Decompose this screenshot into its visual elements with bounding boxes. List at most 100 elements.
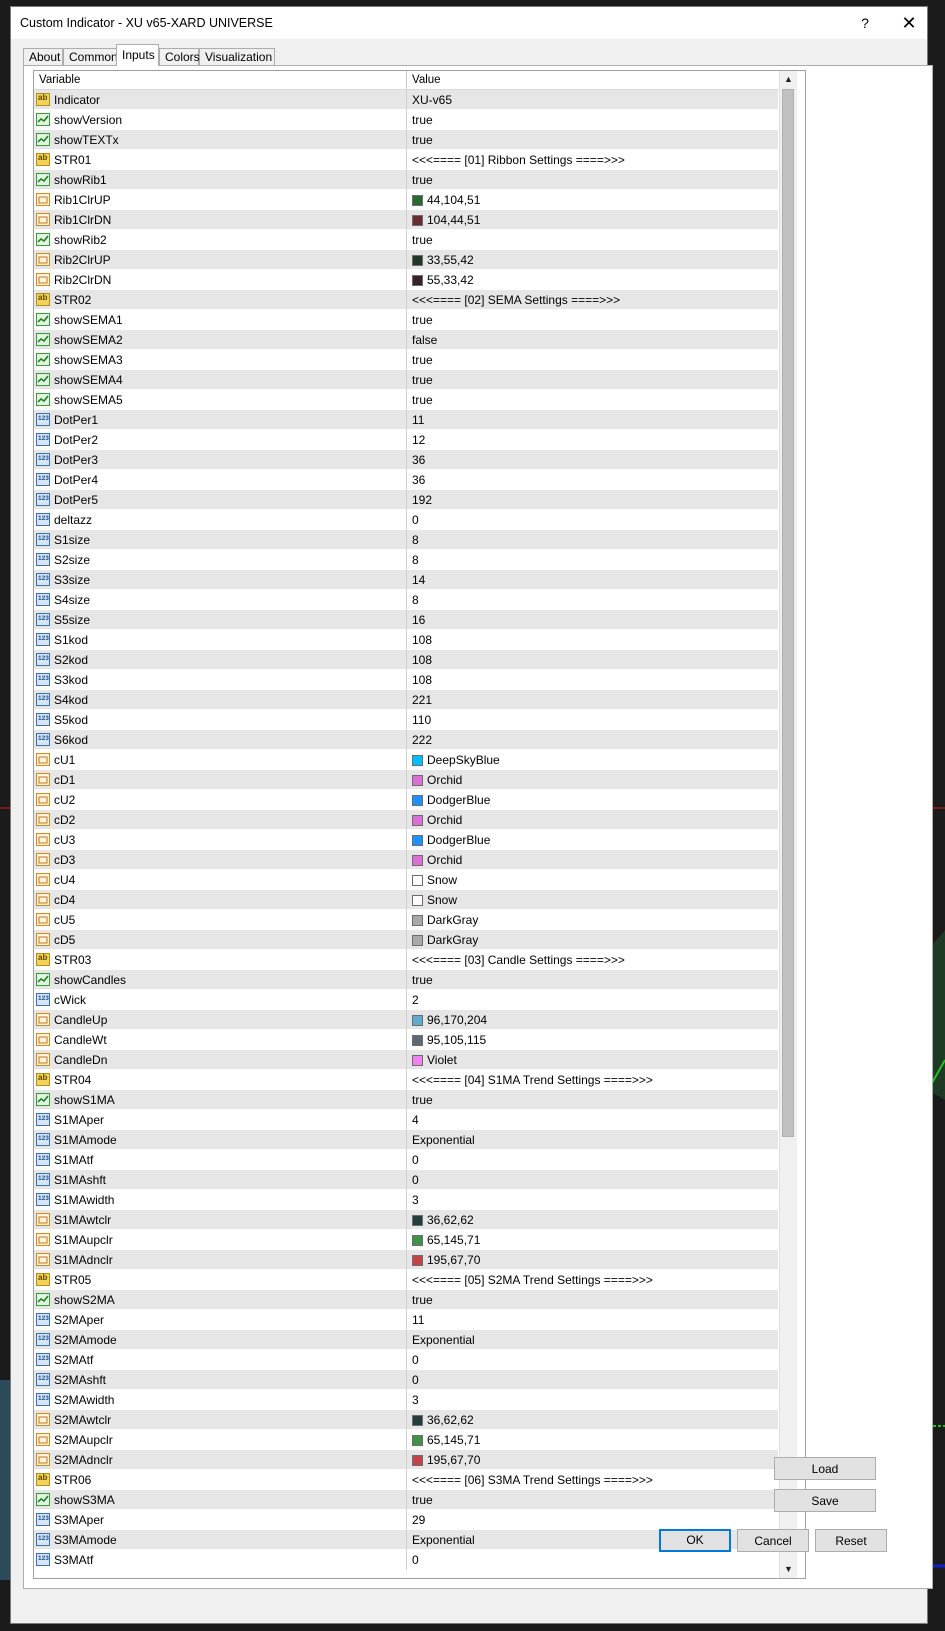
table-row[interactable]: CandleDn Violet (34, 1050, 778, 1070)
table-row[interactable]: 123 DotPer5 192 (34, 490, 778, 510)
table-row[interactable]: showVersion true (34, 110, 778, 130)
value-cell[interactable]: 104,44,51 (412, 210, 480, 230)
table-row[interactable]: 123 S3MAtf 0 (34, 1550, 778, 1570)
value-cell[interactable]: true (412, 1490, 433, 1510)
table-row[interactable]: 123 S1MAtf 0 (34, 1150, 778, 1170)
value-cell[interactable]: 8 (412, 590, 419, 610)
table-row[interactable]: Rib1ClrUP 44,104,51 (34, 190, 778, 210)
value-cell[interactable]: 44,104,51 (412, 190, 480, 210)
value-cell[interactable]: 55,33,42 (412, 270, 474, 290)
table-row[interactable]: cD5 DarkGray (34, 930, 778, 950)
table-row[interactable]: showSEMA4 true (34, 370, 778, 390)
table-row[interactable]: S1MAwtclr 36,62,62 (34, 1210, 778, 1230)
value-cell[interactable]: 0 (412, 1370, 419, 1390)
table-row[interactable]: cD1 Orchid (34, 770, 778, 790)
value-cell[interactable]: 12 (412, 430, 425, 450)
scroll-down-arrow-icon[interactable]: ▼ (780, 1561, 797, 1578)
value-cell[interactable]: DodgerBlue (412, 830, 490, 850)
table-row[interactable]: 123 S2size 8 (34, 550, 778, 570)
table-row[interactable]: S2MAdnclr 195,67,70 (34, 1450, 778, 1470)
value-cell[interactable]: XU-v65 (412, 90, 452, 110)
value-cell[interactable]: Orchid (412, 770, 462, 790)
value-cell[interactable]: true (412, 230, 433, 250)
value-cell[interactable]: 36 (412, 450, 425, 470)
value-cell[interactable]: Exponential (412, 1130, 475, 1150)
table-row[interactable]: showS2MA true (34, 1290, 778, 1310)
column-header-variable[interactable]: Variable (34, 71, 406, 89)
table-row[interactable]: Rib2ClrUP 33,55,42 (34, 250, 778, 270)
close-icon[interactable]: ✕ (895, 11, 923, 35)
value-cell[interactable]: 195,67,70 (412, 1250, 480, 1270)
table-row[interactable]: ab STR06 <<<==== [06] S3MA Trend Settings … (34, 1470, 778, 1490)
table-row[interactable]: 123 S3size 14 (34, 570, 778, 590)
table-row[interactable]: 123 S3MAper 29 (34, 1510, 778, 1530)
value-cell[interactable]: 36 (412, 470, 425, 490)
cancel-button[interactable]: Cancel (737, 1529, 809, 1552)
table-row[interactable]: Rib2ClrDN 55,33,42 (34, 270, 778, 290)
table-row[interactable]: showS1MA true (34, 1090, 778, 1110)
table-row[interactable]: ab Indicator XU-v65 (34, 90, 778, 110)
value-cell[interactable]: true (412, 1090, 433, 1110)
value-cell[interactable]: 3 (412, 1190, 419, 1210)
value-cell[interactable]: 2 (412, 990, 419, 1010)
table-row[interactable]: showSEMA5 true (34, 390, 778, 410)
help-icon[interactable]: ? (853, 11, 877, 35)
value-cell[interactable]: 108 (412, 650, 432, 670)
table-row[interactable]: cD2 Orchid (34, 810, 778, 830)
value-cell[interactable]: 0 (412, 1550, 419, 1570)
table-row[interactable]: showSEMA3 true (34, 350, 778, 370)
value-cell[interactable]: 65,145,71 (412, 1230, 480, 1250)
table-row[interactable]: 123 S2MAwidth 3 (34, 1390, 778, 1410)
table-row[interactable]: 123 S5kod 110 (34, 710, 778, 730)
value-cell[interactable]: Orchid (412, 850, 462, 870)
value-cell[interactable]: 110 (412, 710, 431, 730)
table-row[interactable]: S1MAdnclr 195,67,70 (34, 1250, 778, 1270)
table-row[interactable]: cU2 DodgerBlue (34, 790, 778, 810)
value-cell[interactable]: DeepSkyBlue (412, 750, 500, 770)
table-row[interactable]: 123 S2MAshft 0 (34, 1370, 778, 1390)
table-row[interactable]: ab STR04 <<<==== [04] S1MA Trend Settings … (34, 1070, 778, 1090)
value-cell[interactable]: 0 (412, 1350, 419, 1370)
value-cell[interactable]: true (412, 110, 433, 130)
value-cell[interactable]: 108 (412, 630, 432, 650)
table-row[interactable]: 123 S1size 8 (34, 530, 778, 550)
table-row[interactable]: 123 cWick 2 (34, 990, 778, 1010)
table-row[interactable]: 123 S2MAper 11 (34, 1310, 778, 1330)
table-row[interactable]: S1MAupclr 65,145,71 (34, 1230, 778, 1250)
table-row[interactable]: CandleWt 95,105,115 (34, 1030, 778, 1050)
value-cell[interactable]: 95,105,115 (412, 1030, 486, 1050)
load-button[interactable]: Load (774, 1457, 876, 1480)
table-row[interactable]: showSEMA2 false (34, 330, 778, 350)
value-cell[interactable]: 8 (412, 530, 419, 550)
value-cell[interactable]: 4 (412, 1110, 419, 1130)
value-cell[interactable]: 11 (412, 410, 424, 430)
table-row[interactable]: 123 DotPer4 36 (34, 470, 778, 490)
value-cell[interactable]: 108 (412, 670, 432, 690)
table-row[interactable]: 123 S1MAmode Exponential (34, 1130, 778, 1150)
table-row[interactable]: cD4 Snow (34, 890, 778, 910)
table-row[interactable]: 123 DotPer3 36 (34, 450, 778, 470)
table-row[interactable]: S2MAwtclr 36,62,62 (34, 1410, 778, 1430)
value-cell[interactable]: true (412, 350, 433, 370)
value-cell[interactable]: 16 (412, 610, 425, 630)
value-cell[interactable]: true (412, 370, 433, 390)
value-cell[interactable]: <<<==== [04] S1MA Trend Settings ====>>> (412, 1070, 653, 1090)
value-cell[interactable]: 65,145,71 (412, 1430, 480, 1450)
value-cell[interactable]: DarkGray (412, 910, 478, 930)
table-row[interactable]: ab STR05 <<<==== [05] S2MA Trend Settings … (34, 1270, 778, 1290)
value-cell[interactable]: Violet (412, 1050, 457, 1070)
table-row[interactable]: CandleUp 96,170,204 (34, 1010, 778, 1030)
table-row[interactable]: ab STR01 <<<==== [01] Ribbon Settings ====… (34, 150, 778, 170)
save-button[interactable]: Save (774, 1489, 876, 1512)
table-row[interactable]: cD3 Orchid (34, 850, 778, 870)
table-row[interactable]: cU5 DarkGray (34, 910, 778, 930)
value-cell[interactable]: DodgerBlue (412, 790, 490, 810)
table-row[interactable]: 123 S2MAmode Exponential (34, 1330, 778, 1350)
value-cell[interactable]: Orchid (412, 810, 462, 830)
value-cell[interactable]: <<<==== [05] S2MA Trend Settings ====>>> (412, 1270, 653, 1290)
value-cell[interactable]: DarkGray (412, 930, 478, 950)
tab-inputs[interactable]: Inputs (116, 44, 159, 66)
ok-button[interactable]: OK (659, 1529, 731, 1552)
value-cell[interactable]: 36,62,62 (412, 1210, 474, 1230)
value-cell[interactable]: 14 (412, 570, 425, 590)
